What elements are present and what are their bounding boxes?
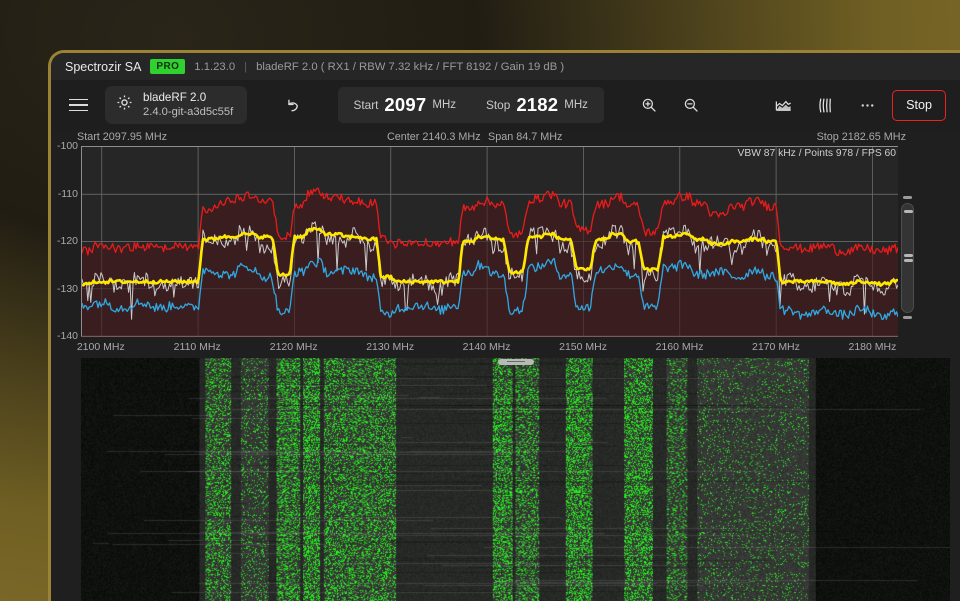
device-firmware-version: 2.4.0-git-a3d5c55f (143, 106, 234, 119)
app-version: 1.1.23.0 (194, 60, 236, 73)
x-tick-label: 2130 MHz (366, 341, 415, 353)
stop-freq-input[interactable]: 2182 (516, 94, 558, 116)
x-tick-label: 2100 MHz (76, 341, 125, 353)
area-chart-icon[interactable] (766, 88, 800, 122)
x-tick-label: 2170 MHz (752, 341, 800, 353)
main-toolbar: bladeRF 2.0 2.4.0-git-a3d5c55f Start 209… (51, 80, 960, 130)
y-tick-label: -130 (56, 282, 78, 295)
x-tick-label: 2180 MHz (848, 341, 897, 353)
app-title: Spectrozir SA (65, 59, 142, 74)
start-freq-label: Start (353, 98, 379, 112)
y-tick-label: -110 (57, 187, 78, 200)
pro-badge: PRO (150, 59, 186, 74)
spectrum-plot[interactable]: -100 -110 -120 -130 -140 VBW 87 kHz / Points… (51, 140, 960, 342)
x-tick-label: 2140 MHz (462, 341, 511, 353)
more-ellipsis-icon[interactable] (850, 88, 884, 122)
reference-level-slider[interactable] (901, 203, 914, 313)
spectrum-traces (82, 147, 898, 336)
device-selector-button[interactable]: bladeRF 2.0 2.4.0-git-a3d5c55f (105, 86, 248, 124)
waterfall-split-handle[interactable] (497, 359, 534, 365)
readout-center: Center 2140.3 MHz (387, 131, 481, 143)
window-content: Spectrozir SA PRO 1.1.23.0 | bladeRF 2.0… (51, 53, 960, 601)
spectrum-canvas[interactable]: VBW 87 kHz / Points 978 / FPS 60 (81, 146, 898, 336)
waterfall-display[interactable] (81, 358, 950, 601)
x-tick-label: 2110 MHz (173, 341, 221, 353)
stop-button[interactable]: Stop (892, 89, 946, 121)
device-summary: bladeRF 2.0 ( RX1 / RBW 7.32 kHz / FFT 8… (256, 60, 565, 73)
slider-top-cap (901, 196, 914, 200)
title-separator: | (244, 60, 248, 73)
stop-freq-label: Stop (486, 98, 511, 112)
y-tick-label: -140 (56, 330, 78, 342)
plot-status-badge: VBW 87 kHz / Points 978 / FPS 60 (737, 148, 896, 159)
gear-icon (115, 93, 134, 117)
hamburger-menu-icon[interactable] (61, 88, 95, 122)
start-freq-input[interactable]: 2097 (384, 94, 426, 116)
undo-arrow-icon[interactable] (275, 88, 309, 122)
frequency-range-input-group[interactable]: Start 2097 MHz Stop 2182 MHz (337, 87, 604, 123)
start-freq-unit: MHz (432, 99, 457, 111)
y-tick-label: -120 (56, 235, 78, 247)
y-axis-labels: -100 -110 -120 -130 -140 (51, 140, 81, 342)
stop-freq-unit: MHz (564, 99, 588, 111)
x-tick-label: 2160 MHz (655, 341, 704, 353)
device-name: bladeRF 2.0 (143, 90, 207, 104)
y-tick-label: -100 (56, 140, 78, 152)
waterfall-canvas[interactable] (81, 358, 950, 601)
zoom-out-icon[interactable] (674, 88, 708, 122)
zoom-in-icon[interactable] (632, 88, 666, 122)
readout-start: Start 2097.95 MHz (77, 131, 168, 143)
slider-bottom-cap (901, 316, 914, 320)
frequency-readout-strip: Start 2097.95 MHz Center 2140.3 MHz Span… (51, 130, 960, 146)
readout-stop: Stop 2182.65 MHz (816, 131, 906, 143)
waterfall-lines-icon[interactable] (808, 88, 842, 122)
x-tick-label: 2120 MHz (269, 341, 318, 353)
title-bar: Spectrozir SA PRO 1.1.23.0 | bladeRF 2.0… (51, 53, 960, 80)
readout-span: Span 84.7 MHz (488, 131, 563, 143)
x-axis-labels: 2100 MHz 2110 MHz 2120 MHz 2130 MHz 2140 MHz… (77, 336, 898, 358)
x-tick-label: 2150 MHz (559, 341, 607, 353)
application-window: Spectrozir SA PRO 1.1.23.0 | bladeRF 2.0… (48, 50, 960, 601)
